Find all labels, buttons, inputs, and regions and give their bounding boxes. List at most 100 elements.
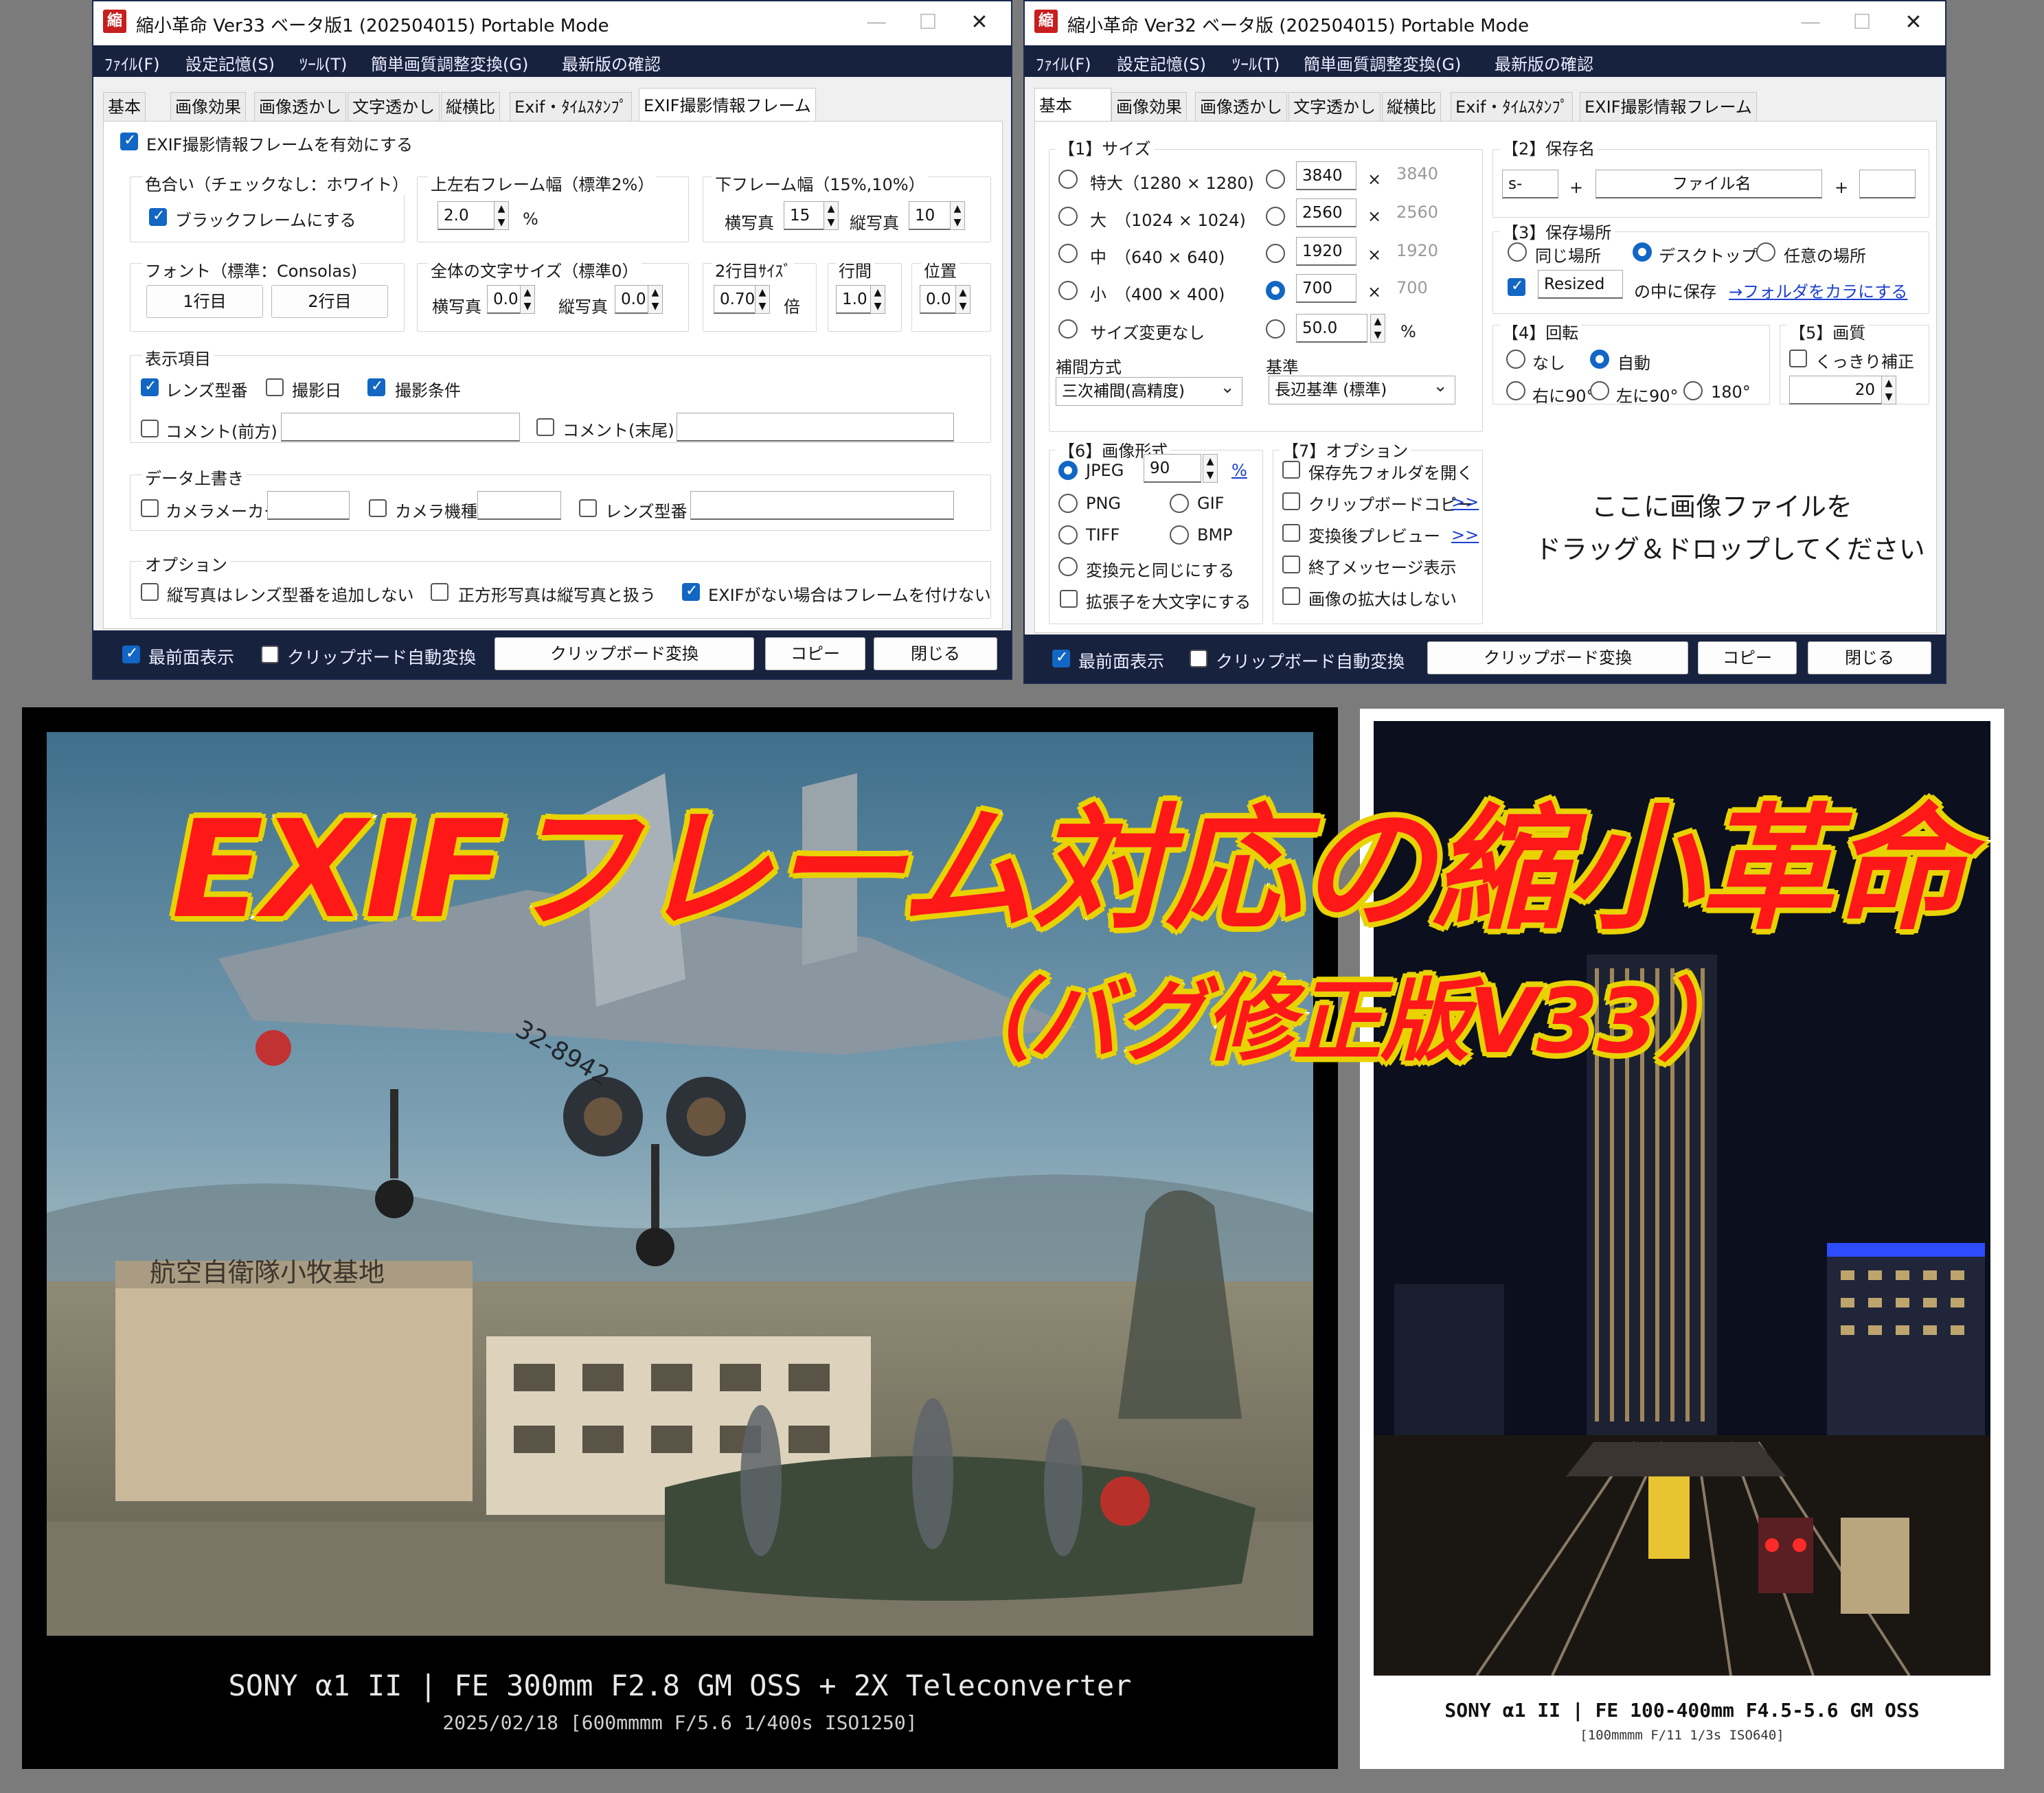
jpeg-percent-link[interactable]: % xyxy=(1231,461,1247,480)
model-checkbox[interactable] xyxy=(369,499,387,517)
line2size-input[interactable]: 0.70 xyxy=(714,285,760,314)
clip-auto-checkbox[interactable] xyxy=(1190,650,1207,667)
tlr-frame-input[interactable]: 2.0 xyxy=(438,201,499,230)
position-spinner[interactable]: ▲ ▼ xyxy=(955,285,970,314)
position-input[interactable]: 0.0 xyxy=(920,285,959,314)
comment-post-input[interactable] xyxy=(677,413,954,442)
jpeg-radio[interactable] xyxy=(1058,461,1078,480)
rot-none-radio[interactable] xyxy=(1506,350,1525,369)
lens-model-checkbox[interactable] xyxy=(141,378,159,396)
opt-clip-more-link[interactable]: >> xyxy=(1451,492,1479,512)
copy-button[interactable]: コピー xyxy=(1698,641,1797,674)
menu-tools[interactable]: ﾂｰﾙ(T) xyxy=(1232,51,1280,75)
size-none-radio[interactable] xyxy=(1058,319,1078,339)
tab-aspect[interactable]: 縦横比 xyxy=(1382,92,1441,121)
custom-1920-width[interactable]: 1920 xyxy=(1296,237,1356,266)
interp-select[interactable]: 三次補間(高精度) xyxy=(1056,374,1242,406)
size-xl-radio[interactable] xyxy=(1058,170,1078,189)
gif-radio[interactable] xyxy=(1170,494,1189,513)
comment-post-checkbox[interactable] xyxy=(536,418,554,436)
drop-zone[interactable]: ここに画像ファイルを ドラッグ＆ドロップしてください xyxy=(1502,444,1928,616)
tab-image-watermark[interactable]: 画像透かし xyxy=(1195,92,1287,121)
topmost-checkbox[interactable] xyxy=(122,645,140,663)
custom-700-radio[interactable] xyxy=(1266,281,1285,300)
enable-frame-checkbox[interactable] xyxy=(120,132,138,150)
rot-180-radio[interactable] xyxy=(1683,381,1703,400)
filename-field[interactable]: ファイル名 xyxy=(1596,170,1822,198)
menu-easy-convert[interactable]: 簡単画質調整変換(G) xyxy=(371,51,528,75)
tab-exif-frame[interactable]: EXIF撮影情報フレーム xyxy=(639,88,816,121)
loc-desktop-radio[interactable] xyxy=(1633,242,1652,262)
comment-pre-checkbox[interactable] xyxy=(141,420,159,437)
rot-auto-radio[interactable] xyxy=(1590,350,1609,369)
tab-exif-timestamp[interactable]: Exif・ﾀｲﾑｽﾀﾝﾌﾟ xyxy=(510,92,633,121)
custom-1920-radio[interactable] xyxy=(1266,244,1285,263)
lens-override-input[interactable] xyxy=(690,491,954,520)
clip-auto-checkbox[interactable] xyxy=(261,646,279,663)
textsize-portrait-spinner[interactable]: ▲ ▼ xyxy=(648,285,663,314)
menu-tools[interactable]: ﾂｰﾙ(T) xyxy=(299,51,347,75)
same-as-source-radio[interactable] xyxy=(1058,557,1078,576)
empty-folder-link[interactable]: →フォルダをカラにする xyxy=(1729,278,1907,302)
menu-settings[interactable]: 設定記憶(S) xyxy=(185,51,275,75)
linespace-spinner[interactable]: ▲ ▼ xyxy=(870,285,885,314)
opt-preview-checkbox[interactable] xyxy=(1282,524,1300,542)
minimize-icon[interactable]: — xyxy=(852,5,901,40)
menu-check-update[interactable]: 最新版の確認 xyxy=(1495,51,1593,75)
close-button[interactable]: 閉じる xyxy=(874,637,997,670)
close-icon[interactable]: ✕ xyxy=(955,5,1004,40)
shot-cond-checkbox[interactable] xyxy=(367,378,385,396)
size-m-radio[interactable] xyxy=(1058,244,1078,263)
upper-ext-checkbox[interactable] xyxy=(1060,590,1078,608)
menu-easy-convert[interactable]: 簡単画質調整変換(G) xyxy=(1304,51,1461,75)
sharpen-checkbox[interactable] xyxy=(1789,350,1807,367)
tab-text-watermark[interactable]: 文字透かし xyxy=(1288,92,1381,121)
custom-2560-radio[interactable] xyxy=(1266,207,1285,226)
opt-endmsg-checkbox[interactable] xyxy=(1282,556,1300,573)
copy-button[interactable]: コピー xyxy=(765,637,865,670)
percent-radio[interactable] xyxy=(1266,319,1285,339)
tab-image-watermark[interactable]: 画像透かし xyxy=(254,92,346,121)
percent-input[interactable]: 50.0 xyxy=(1296,314,1367,343)
suffix-input[interactable] xyxy=(1859,170,1916,198)
tab-image-effect[interactable]: 画像効果 xyxy=(170,92,246,121)
black-frame-checkbox[interactable] xyxy=(149,207,167,226)
menu-settings[interactable]: 設定記憶(S) xyxy=(1117,51,1206,75)
clipboard-convert-button[interactable]: クリップボード変換 xyxy=(1427,641,1688,674)
opt-no-lens-portrait-checkbox[interactable] xyxy=(141,583,159,601)
size-l-radio[interactable] xyxy=(1058,207,1078,226)
opt-preview-more-link[interactable]: >> xyxy=(1451,525,1479,545)
maker-input[interactable] xyxy=(267,491,350,520)
close-button[interactable]: 閉じる xyxy=(1808,641,1931,674)
custom-700-width[interactable]: 700 xyxy=(1296,274,1356,303)
tab-basic[interactable]: 基本 xyxy=(1034,88,1111,121)
rot-right-radio[interactable] xyxy=(1506,381,1525,400)
bmp-radio[interactable] xyxy=(1170,525,1189,545)
shot-date-checkbox[interactable] xyxy=(266,378,284,396)
tab-image-effect[interactable]: 画像効果 xyxy=(1111,92,1187,121)
percent-spinner[interactable]: ▲ ▼ xyxy=(1370,314,1385,343)
subfolder-checkbox[interactable] xyxy=(1508,277,1525,296)
line2size-spinner[interactable]: ▲ ▼ xyxy=(755,285,770,314)
maximize-icon[interactable]: ☐ xyxy=(903,5,953,40)
topmost-checkbox[interactable] xyxy=(1052,649,1070,667)
custom-3840-width[interactable]: 3840 xyxy=(1296,161,1356,190)
menu-check-update[interactable]: 最新版の確認 xyxy=(562,51,661,75)
maximize-icon[interactable]: ☐ xyxy=(1837,5,1887,40)
close-icon[interactable]: ✕ xyxy=(1889,5,1938,40)
quality-spinner[interactable]: ▲ ▼ xyxy=(1881,376,1896,404)
prefix-input[interactable]: s- xyxy=(1502,170,1558,198)
jpeg-quality-input[interactable]: 90 xyxy=(1144,454,1201,483)
menu-file[interactable]: ﾌｧｲﾙ(F) xyxy=(1036,51,1091,75)
tab-basic[interactable]: 基本 xyxy=(103,92,146,121)
menu-file[interactable]: ﾌｧｲﾙ(F) xyxy=(104,51,160,75)
opt-open-checkbox[interactable] xyxy=(1282,461,1300,479)
bottom-portrait-spinner[interactable]: ▲ ▼ xyxy=(950,201,965,230)
rot-left-radio[interactable] xyxy=(1590,381,1609,400)
tlr-frame-spinner[interactable]: ▲ ▼ xyxy=(494,201,509,230)
custom-2560-width[interactable]: 2560 xyxy=(1296,198,1356,227)
line2-font-button[interactable]: 2行目 xyxy=(271,285,388,318)
minimize-icon[interactable]: — xyxy=(1786,5,1835,40)
tab-exif-timestamp[interactable]: Exif・ﾀｲﾑｽﾀﾝﾌﾟ xyxy=(1451,92,1574,121)
opt-no-exif-checkbox[interactable] xyxy=(682,582,700,601)
